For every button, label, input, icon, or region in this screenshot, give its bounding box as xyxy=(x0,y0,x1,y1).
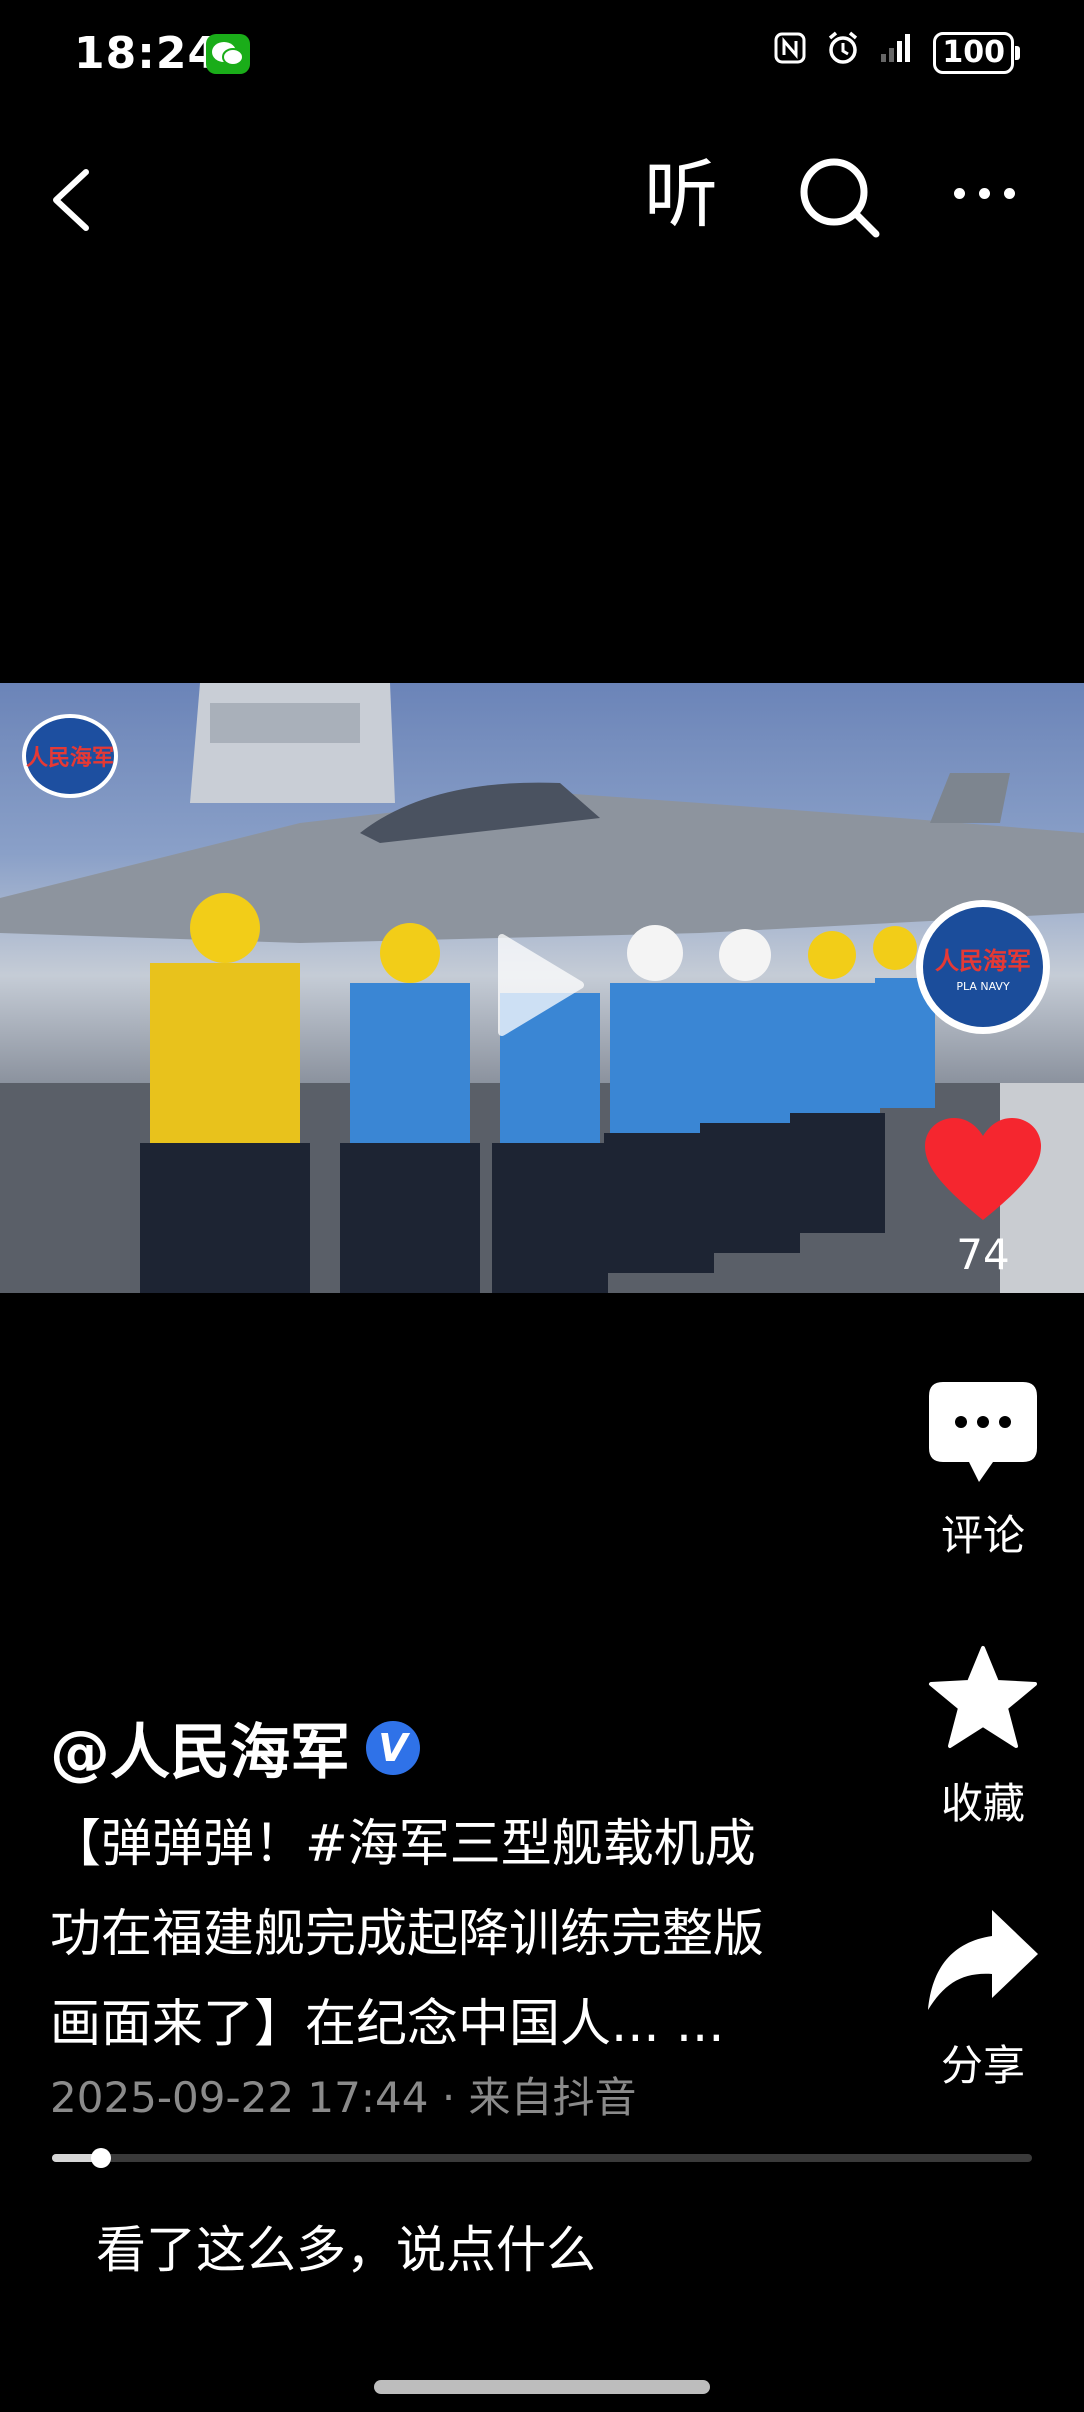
favorite-label: 收藏 xyxy=(940,1779,1025,1828)
share-icon xyxy=(928,1910,1038,2010)
comment-icon xyxy=(929,1382,1037,1482)
post-description[interactable]: 【弹弹弹！#海军三型舰载机成 功在福建舰完成起降训练完整版 画面来了】在纪念中国… xyxy=(50,1800,880,2070)
channel-logo: 人民海军 xyxy=(22,714,118,798)
description-line: 【弹弹弹！#海军三型舰载机成 xyxy=(50,1815,756,1874)
battery-icon: 100 xyxy=(933,31,1020,74)
heart-icon xyxy=(925,1118,1041,1220)
back-icon xyxy=(53,169,89,231)
like-count: 74 xyxy=(956,1230,1010,1279)
like-button[interactable]: 74 xyxy=(914,1116,1052,1279)
favorite-button[interactable]: 收藏 xyxy=(914,1644,1052,1831)
more-button[interactable] xyxy=(954,178,1024,208)
progress-knob[interactable] xyxy=(91,2148,111,2168)
status-time: 18:24 xyxy=(74,28,220,79)
star-icon xyxy=(929,1646,1037,1748)
share-label: 分享 xyxy=(940,2041,1025,2090)
comment-button[interactable]: 评论 xyxy=(914,1380,1052,1563)
avatar-subtext: PLA NAVY xyxy=(956,980,1010,993)
status-icons: 100 xyxy=(773,30,1020,75)
comment-label: 评论 xyxy=(940,1511,1025,1560)
comment-input[interactable]: 看了这么多，说点什么 xyxy=(96,2210,596,2282)
play-icon xyxy=(498,934,584,1036)
more-icon-dot xyxy=(1004,187,1015,199)
search-button[interactable] xyxy=(796,154,882,240)
home-indicator[interactable] xyxy=(374,2380,710,2394)
progress-bar[interactable] xyxy=(52,2154,1032,2162)
signal-icon xyxy=(879,32,915,73)
post-meta: 2025-09-22 17:44 · 来自抖音 xyxy=(50,2073,637,2122)
more-icon-dot xyxy=(954,187,965,199)
play-button[interactable] xyxy=(492,930,588,1040)
wechat-icon xyxy=(206,34,250,74)
share-button[interactable]: 分享 xyxy=(914,1906,1052,2093)
author-avatar[interactable]: 人民海军 PLA NAVY xyxy=(916,900,1050,1034)
alarm-icon xyxy=(825,30,861,75)
search-icon xyxy=(800,158,880,238)
author-name[interactable]: @人民海军 xyxy=(50,1704,350,1791)
more-icon-dot xyxy=(979,187,990,199)
nfc-icon xyxy=(773,31,807,74)
author-row[interactable]: @人民海军 V xyxy=(50,1704,420,1791)
listen-button[interactable]: 听 xyxy=(644,150,718,240)
verified-badge: V xyxy=(366,1720,420,1775)
back-button[interactable] xyxy=(44,160,104,240)
avatar-logo: 人民海军 PLA NAVY xyxy=(923,907,1043,1027)
description-line: 画面来了】在纪念中国人... ... xyxy=(50,1995,725,2054)
description-line: 功在福建舰完成起降训练完整版 xyxy=(50,1905,765,1964)
avatar-text: 人民海军 xyxy=(935,947,1031,975)
